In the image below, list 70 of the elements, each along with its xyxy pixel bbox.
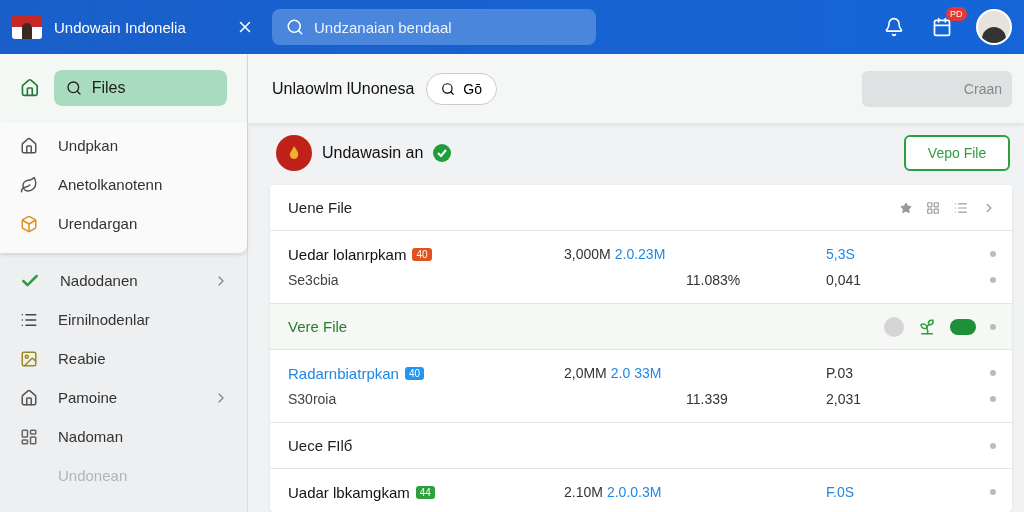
flame-logo bbox=[276, 135, 312, 171]
view-file-button[interactable]: Vepo File bbox=[904, 135, 1010, 171]
leaf-icon bbox=[20, 175, 38, 194]
value-text: F.0S bbox=[826, 484, 855, 500]
file-name[interactable]: Radarnbiatrpkan bbox=[288, 364, 399, 382]
picture-icon bbox=[20, 349, 38, 368]
value-text: P.03 bbox=[826, 365, 854, 381]
house-icon bbox=[20, 136, 38, 155]
sub-text: S30roia bbox=[288, 391, 338, 407]
group-label: Uece FIlб bbox=[288, 437, 354, 454]
size-text: 2.10M bbox=[564, 484, 603, 500]
dot-icon bbox=[990, 489, 996, 495]
file-name[interactable]: Uedar lolanrpkam bbox=[288, 245, 407, 263]
notification-badge: PD bbox=[946, 7, 967, 21]
group-label: Uene File bbox=[288, 199, 354, 216]
cube-icon bbox=[20, 214, 38, 233]
size-text: 2.0 33M bbox=[610, 365, 662, 381]
search-icon bbox=[441, 81, 456, 96]
dot-icon bbox=[990, 323, 996, 330]
sidebar-item[interactable]: Undpkan bbox=[58, 137, 229, 154]
group-row[interactable]: Uene File bbox=[270, 185, 1012, 231]
calendar-icon[interactable] bbox=[932, 17, 952, 37]
search-icon bbox=[286, 18, 304, 36]
profile-name: Undawasin an bbox=[322, 144, 424, 162]
value-text: 2,031 bbox=[826, 391, 863, 407]
tiles-icon bbox=[20, 427, 38, 446]
list-icon[interactable] bbox=[954, 200, 968, 215]
file-badge: 40 bbox=[412, 247, 432, 261]
files-search-button[interactable]: Files bbox=[53, 70, 227, 106]
page-title: Unlaowlm lUnonesa bbox=[272, 79, 415, 98]
sidebar-item[interactable]: Reabie bbox=[58, 350, 229, 367]
home-icon[interactable] bbox=[20, 78, 40, 98]
file-name[interactable]: Uadar lbkamgkam bbox=[288, 483, 410, 501]
house-icon bbox=[20, 388, 38, 407]
file-badge: 44 bbox=[415, 485, 435, 499]
dot-icon bbox=[990, 396, 996, 402]
dot-icon bbox=[990, 442, 996, 449]
go-button[interactable]: Gō bbox=[426, 72, 497, 105]
dot-icon bbox=[990, 370, 996, 376]
avatar[interactable] bbox=[976, 9, 1012, 45]
size-text: 2.0.0.3M bbox=[606, 484, 662, 500]
flag-logo bbox=[12, 15, 42, 39]
percent-text: 11.083% bbox=[685, 272, 742, 288]
sidebar-item[interactable]: Nadoman bbox=[58, 428, 229, 445]
bell-icon[interactable] bbox=[884, 17, 904, 37]
toggle-icon[interactable] bbox=[950, 318, 976, 335]
value-text: 0,041 bbox=[826, 272, 863, 288]
sidebar-item[interactable]: Pamoine bbox=[58, 389, 193, 406]
star-icon[interactable] bbox=[900, 201, 912, 214]
search-icon bbox=[65, 80, 82, 96]
app-title: Undowain Indonelia bbox=[54, 18, 187, 36]
size-text: 3,000M bbox=[564, 246, 611, 262]
sidebar-item[interactable]: Nadodanen bbox=[60, 272, 193, 289]
percent-text: 11.339 bbox=[685, 391, 729, 407]
group-row[interactable]: Vere File bbox=[270, 304, 1012, 350]
search-field[interactable]: Undzanaian bendaal bbox=[272, 9, 596, 45]
size-text: 2,0MM bbox=[564, 365, 607, 381]
sprout-icon[interactable] bbox=[918, 317, 936, 336]
sidebar-item[interactable]: Urendargan bbox=[58, 215, 229, 232]
sidebar-item[interactable]: Anetolkanotenn bbox=[58, 176, 229, 193]
file-badge: 40 bbox=[404, 366, 425, 380]
grid-icon[interactable] bbox=[926, 200, 940, 215]
value-text: 5,3S bbox=[826, 246, 856, 262]
sub-text: Se3cbia bbox=[288, 272, 340, 288]
dot-icon bbox=[990, 251, 996, 257]
dot-icon bbox=[990, 277, 996, 283]
group-label: Vere File bbox=[288, 318, 349, 335]
sidebar-item[interactable]: Eirnilnodenlar bbox=[58, 311, 229, 328]
size-text: 2.0.23M bbox=[614, 246, 666, 262]
group-row[interactable]: Uece FIlб bbox=[270, 423, 1012, 469]
